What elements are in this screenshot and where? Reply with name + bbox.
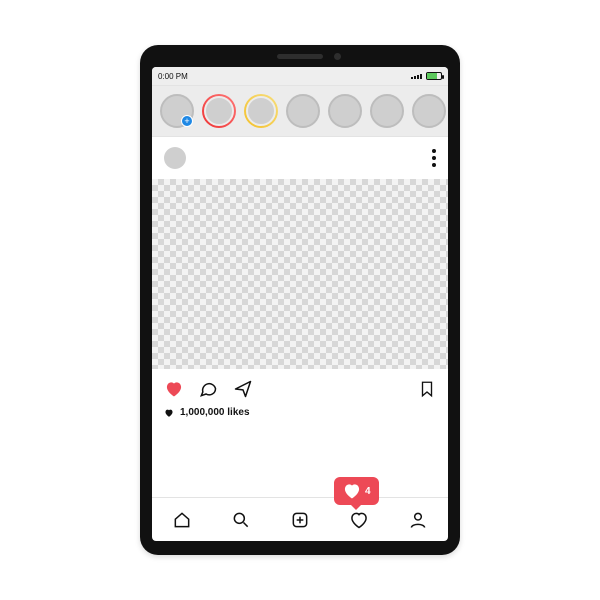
- device-frame: 0:00 PM +: [140, 45, 460, 555]
- story-item[interactable]: [244, 94, 278, 128]
- save-button[interactable]: [418, 379, 436, 399]
- heart-icon: [164, 408, 174, 418]
- more-options-icon[interactable]: [432, 149, 436, 167]
- likes-row[interactable]: 1,000,000 likes: [152, 405, 448, 428]
- story-item[interactable]: [286, 94, 320, 128]
- stories-tray[interactable]: +: [152, 85, 448, 137]
- story-item[interactable]: [412, 94, 446, 128]
- story-item[interactable]: [370, 94, 404, 128]
- comment-button[interactable]: [198, 379, 218, 399]
- nav-profile[interactable]: [408, 510, 428, 530]
- status-right: [411, 72, 442, 80]
- likes-count: 1,000,000 likes: [180, 407, 250, 418]
- nav-search[interactable]: [231, 510, 251, 530]
- status-time: 0:00 PM: [158, 72, 188, 81]
- status-bar: 0:00 PM: [152, 67, 448, 85]
- nav-home[interactable]: [172, 510, 192, 530]
- screen: 0:00 PM +: [152, 67, 448, 541]
- front-camera: [334, 53, 341, 60]
- nav-add[interactable]: [290, 510, 310, 530]
- share-button[interactable]: [232, 379, 254, 399]
- battery-icon: [426, 72, 442, 80]
- post-image[interactable]: [152, 179, 448, 369]
- story-item[interactable]: [202, 94, 236, 128]
- add-story-icon[interactable]: +: [181, 115, 193, 127]
- bottom-nav: 4: [152, 497, 448, 541]
- post-actions: [152, 369, 448, 405]
- avatar[interactable]: [164, 147, 186, 169]
- like-button[interactable]: [164, 379, 184, 399]
- your-story[interactable]: +: [160, 94, 194, 128]
- story-item[interactable]: [328, 94, 362, 128]
- nav-activity[interactable]: [349, 510, 369, 530]
- signal-icon: [411, 74, 422, 79]
- post-header: [152, 137, 448, 179]
- activity-badge[interactable]: 4: [334, 477, 379, 505]
- heart-icon: [342, 481, 362, 501]
- activity-badge-count: 4: [365, 486, 371, 497]
- speaker-grille: [277, 54, 323, 59]
